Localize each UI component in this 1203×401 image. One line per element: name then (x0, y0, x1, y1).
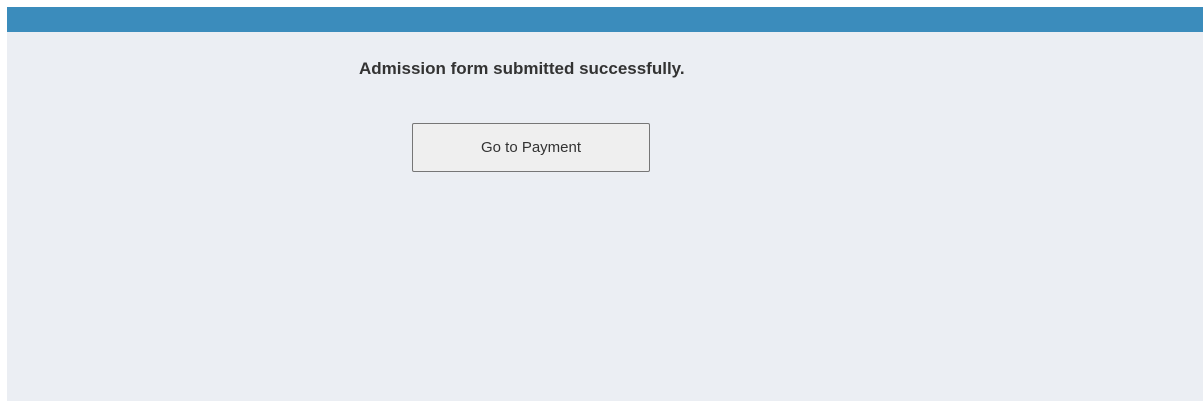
top-bar (7, 7, 1203, 32)
app-frame: Admission form submitted successfully. G… (7, 7, 1203, 401)
go-to-payment-button[interactable]: Go to Payment (412, 123, 650, 172)
success-message: Admission form submitted successfully. (359, 59, 685, 78)
